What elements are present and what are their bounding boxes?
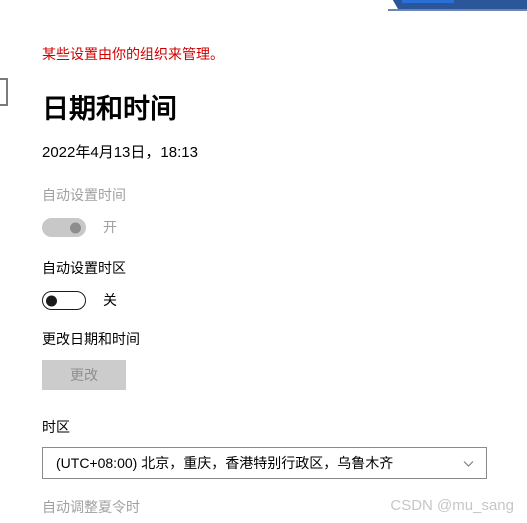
change-datetime-button: 更改: [42, 360, 126, 390]
setting-auto-time: 自动设置时间 开: [42, 186, 442, 237]
auto-time-toggle: [42, 218, 86, 237]
auto-time-toggle-row: 开: [42, 218, 442, 237]
organization-managed-notice: 某些设置由你的组织来管理。: [42, 46, 224, 62]
timezone-selected-value: (UTC+08:00) 北京，重庆，香港特别行政区，乌鲁木齐: [56, 455, 394, 471]
setting-change-datetime: 更改日期和时间 更改: [42, 330, 442, 390]
setting-timezone: 时区 (UTC+08:00) 北京，重庆，香港特别行政区，乌鲁木齐: [42, 418, 487, 479]
current-datetime-text: 2022年4月13日，18:13: [42, 144, 198, 161]
daylight-saving-label: 自动调整夏令时: [42, 499, 140, 515]
auto-time-toggle-knob: [70, 222, 81, 233]
auto-time-label: 自动设置时间: [42, 187, 126, 203]
setting-auto-timezone: 自动设置时区 关: [42, 259, 442, 310]
chevron-down-icon: [462, 457, 475, 470]
setting-daylight-saving: 自动调整夏令时: [42, 498, 442, 517]
auto-timezone-toggle-knob: [46, 295, 57, 306]
page-title: 日期和时间: [42, 94, 177, 124]
auto-timezone-toggle-row: 关: [42, 291, 442, 310]
auto-timezone-state-label: 关: [103, 292, 117, 308]
auto-timezone-label: 自动设置时区: [42, 260, 126, 276]
settings-page: 某些设置由你的组织来管理。 日期和时间 2022年4月13日，18:13 自动设…: [0, 0, 527, 523]
timezone-label: 时区: [42, 419, 70, 435]
change-datetime-label: 更改日期和时间: [42, 331, 140, 347]
auto-timezone-toggle[interactable]: [42, 291, 86, 310]
auto-time-state-label: 开: [103, 219, 117, 235]
watermark-text: CSDN @mu_sang: [390, 497, 514, 514]
timezone-select[interactable]: (UTC+08:00) 北京，重庆，香港特别行政区，乌鲁木齐: [42, 447, 487, 479]
